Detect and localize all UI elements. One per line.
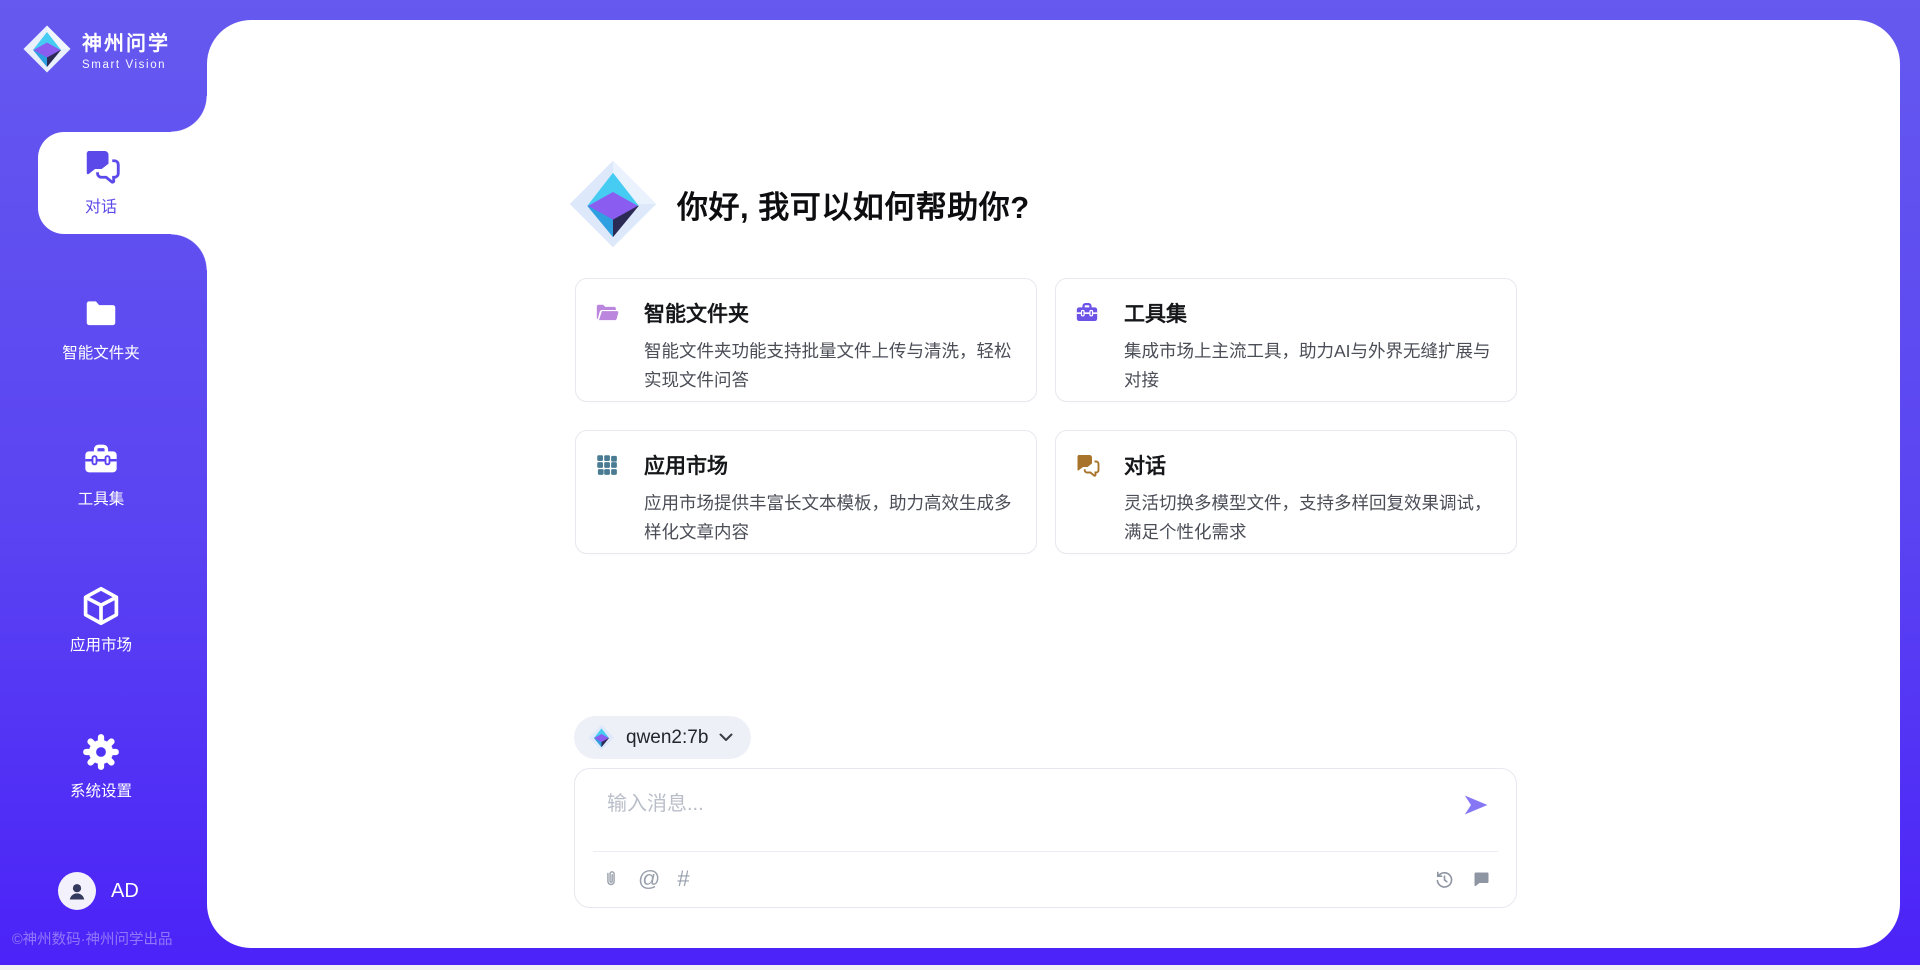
sidebar-item-label: 系统设置 xyxy=(70,779,132,801)
composer-divider xyxy=(593,851,1498,852)
chat-bubbles-icon xyxy=(1074,452,1104,478)
card-description: 应用市场提供丰富长文本模板，助力高效生成多样化文章内容 xyxy=(644,489,1014,547)
send-arrow-icon[interactable] xyxy=(1462,793,1490,817)
app-root: 神州问学 Smart Vision 对话 智能文件夹 xyxy=(0,0,1920,970)
main-panel: 你好, 我可以如何帮助你? 智能文件夹 智能文件夹功能支持批量文件上传与清洗，轻… xyxy=(207,20,1900,948)
sidebar-item-app-market[interactable]: 应用市场 xyxy=(0,584,202,655)
card-title: 对话 xyxy=(1124,450,1166,480)
card-description: 灵活切换多模型文件，支持多样回复效果调试，满足个性化需求 xyxy=(1124,489,1494,547)
feedback-bubble-icon[interactable] xyxy=(1471,869,1492,890)
greeting: 你好, 我可以如何帮助你? xyxy=(567,158,1030,250)
card-title: 应用市场 xyxy=(644,450,728,480)
chat-bubbles-icon xyxy=(80,144,122,188)
sidebar-item-chat[interactable]: 对话 xyxy=(0,144,202,217)
toolbox-icon xyxy=(80,438,122,482)
sidebar-item-toolset[interactable]: 工具集 xyxy=(0,438,202,509)
message-composer: @ # xyxy=(574,768,1517,908)
card-app-market[interactable]: 应用市场 应用市场提供丰富长文本模板，助力高效生成多样化文章内容 xyxy=(575,430,1037,554)
active-tab-fillet-bottom xyxy=(171,234,207,270)
card-description: 集成市场上主流工具，助力AI与外界无缝扩展与对接 xyxy=(1124,337,1494,395)
user-profile[interactable]: AD xyxy=(58,872,139,910)
greeting-title: 你好, 我可以如何帮助你? xyxy=(677,182,1030,227)
folder-open-icon xyxy=(594,300,624,326)
greeting-diamond-icon xyxy=(567,158,659,250)
card-description: 智能文件夹功能支持批量文件上传与清洗，轻松实现文件问答 xyxy=(644,337,1014,395)
folder-icon xyxy=(80,292,122,336)
user-initials: AD xyxy=(111,880,139,903)
briefcase-icon xyxy=(1074,300,1104,326)
brand-diamond-icon xyxy=(22,24,72,74)
history-icon[interactable] xyxy=(1433,868,1456,891)
cube-icon xyxy=(79,584,123,628)
gear-icon xyxy=(80,730,122,774)
copyright-text: ©神州数码·神州问学出品 xyxy=(12,928,222,949)
sidebar-item-settings[interactable]: 系统设置 xyxy=(0,730,202,801)
card-smart-folder[interactable]: 智能文件夹 智能文件夹功能支持批量文件上传与清洗，轻松实现文件问答 xyxy=(575,278,1037,402)
sidebar-item-smart-folder[interactable]: 智能文件夹 xyxy=(0,292,202,363)
person-icon xyxy=(65,879,89,903)
app-title: 神州问学 xyxy=(82,27,170,56)
grid-icon xyxy=(594,452,624,478)
sidebar-item-label: 工具集 xyxy=(78,487,125,509)
card-title: 智能文件夹 xyxy=(644,298,749,328)
feature-cards: 智能文件夹 智能文件夹功能支持批量文件上传与清洗，轻松实现文件问答 xyxy=(575,278,1517,554)
hash-icon[interactable]: # xyxy=(677,868,689,890)
chevron-down-icon xyxy=(719,733,733,742)
avatar xyxy=(58,872,96,910)
at-sign-icon[interactable]: @ xyxy=(638,868,660,890)
message-input[interactable] xyxy=(607,787,1447,843)
sidebar-item-label: 应用市场 xyxy=(70,633,132,655)
sidebar-item-label: 智能文件夹 xyxy=(62,341,140,363)
horizontal-scrollbar[interactable] xyxy=(0,965,1920,970)
model-selector[interactable]: qwen2:7b xyxy=(574,716,751,759)
paperclip-icon[interactable] xyxy=(601,867,621,891)
card-chat[interactable]: 对话 灵活切换多模型文件，支持多样回复效果调试，满足个性化需求 xyxy=(1055,430,1517,554)
active-tab-fillet-top xyxy=(171,96,207,132)
card-toolset[interactable]: 工具集 集成市场上主流工具，助力AI与外界无缝扩展与对接 xyxy=(1055,278,1517,402)
model-name: qwen2:7b xyxy=(626,727,708,749)
model-diamond-icon xyxy=(588,724,615,751)
app-subtitle: Smart Vision xyxy=(82,59,170,71)
sidebar-item-label: 对话 xyxy=(85,193,117,217)
app-logo: 神州问学 Smart Vision xyxy=(22,24,170,74)
card-title: 工具集 xyxy=(1124,298,1187,328)
